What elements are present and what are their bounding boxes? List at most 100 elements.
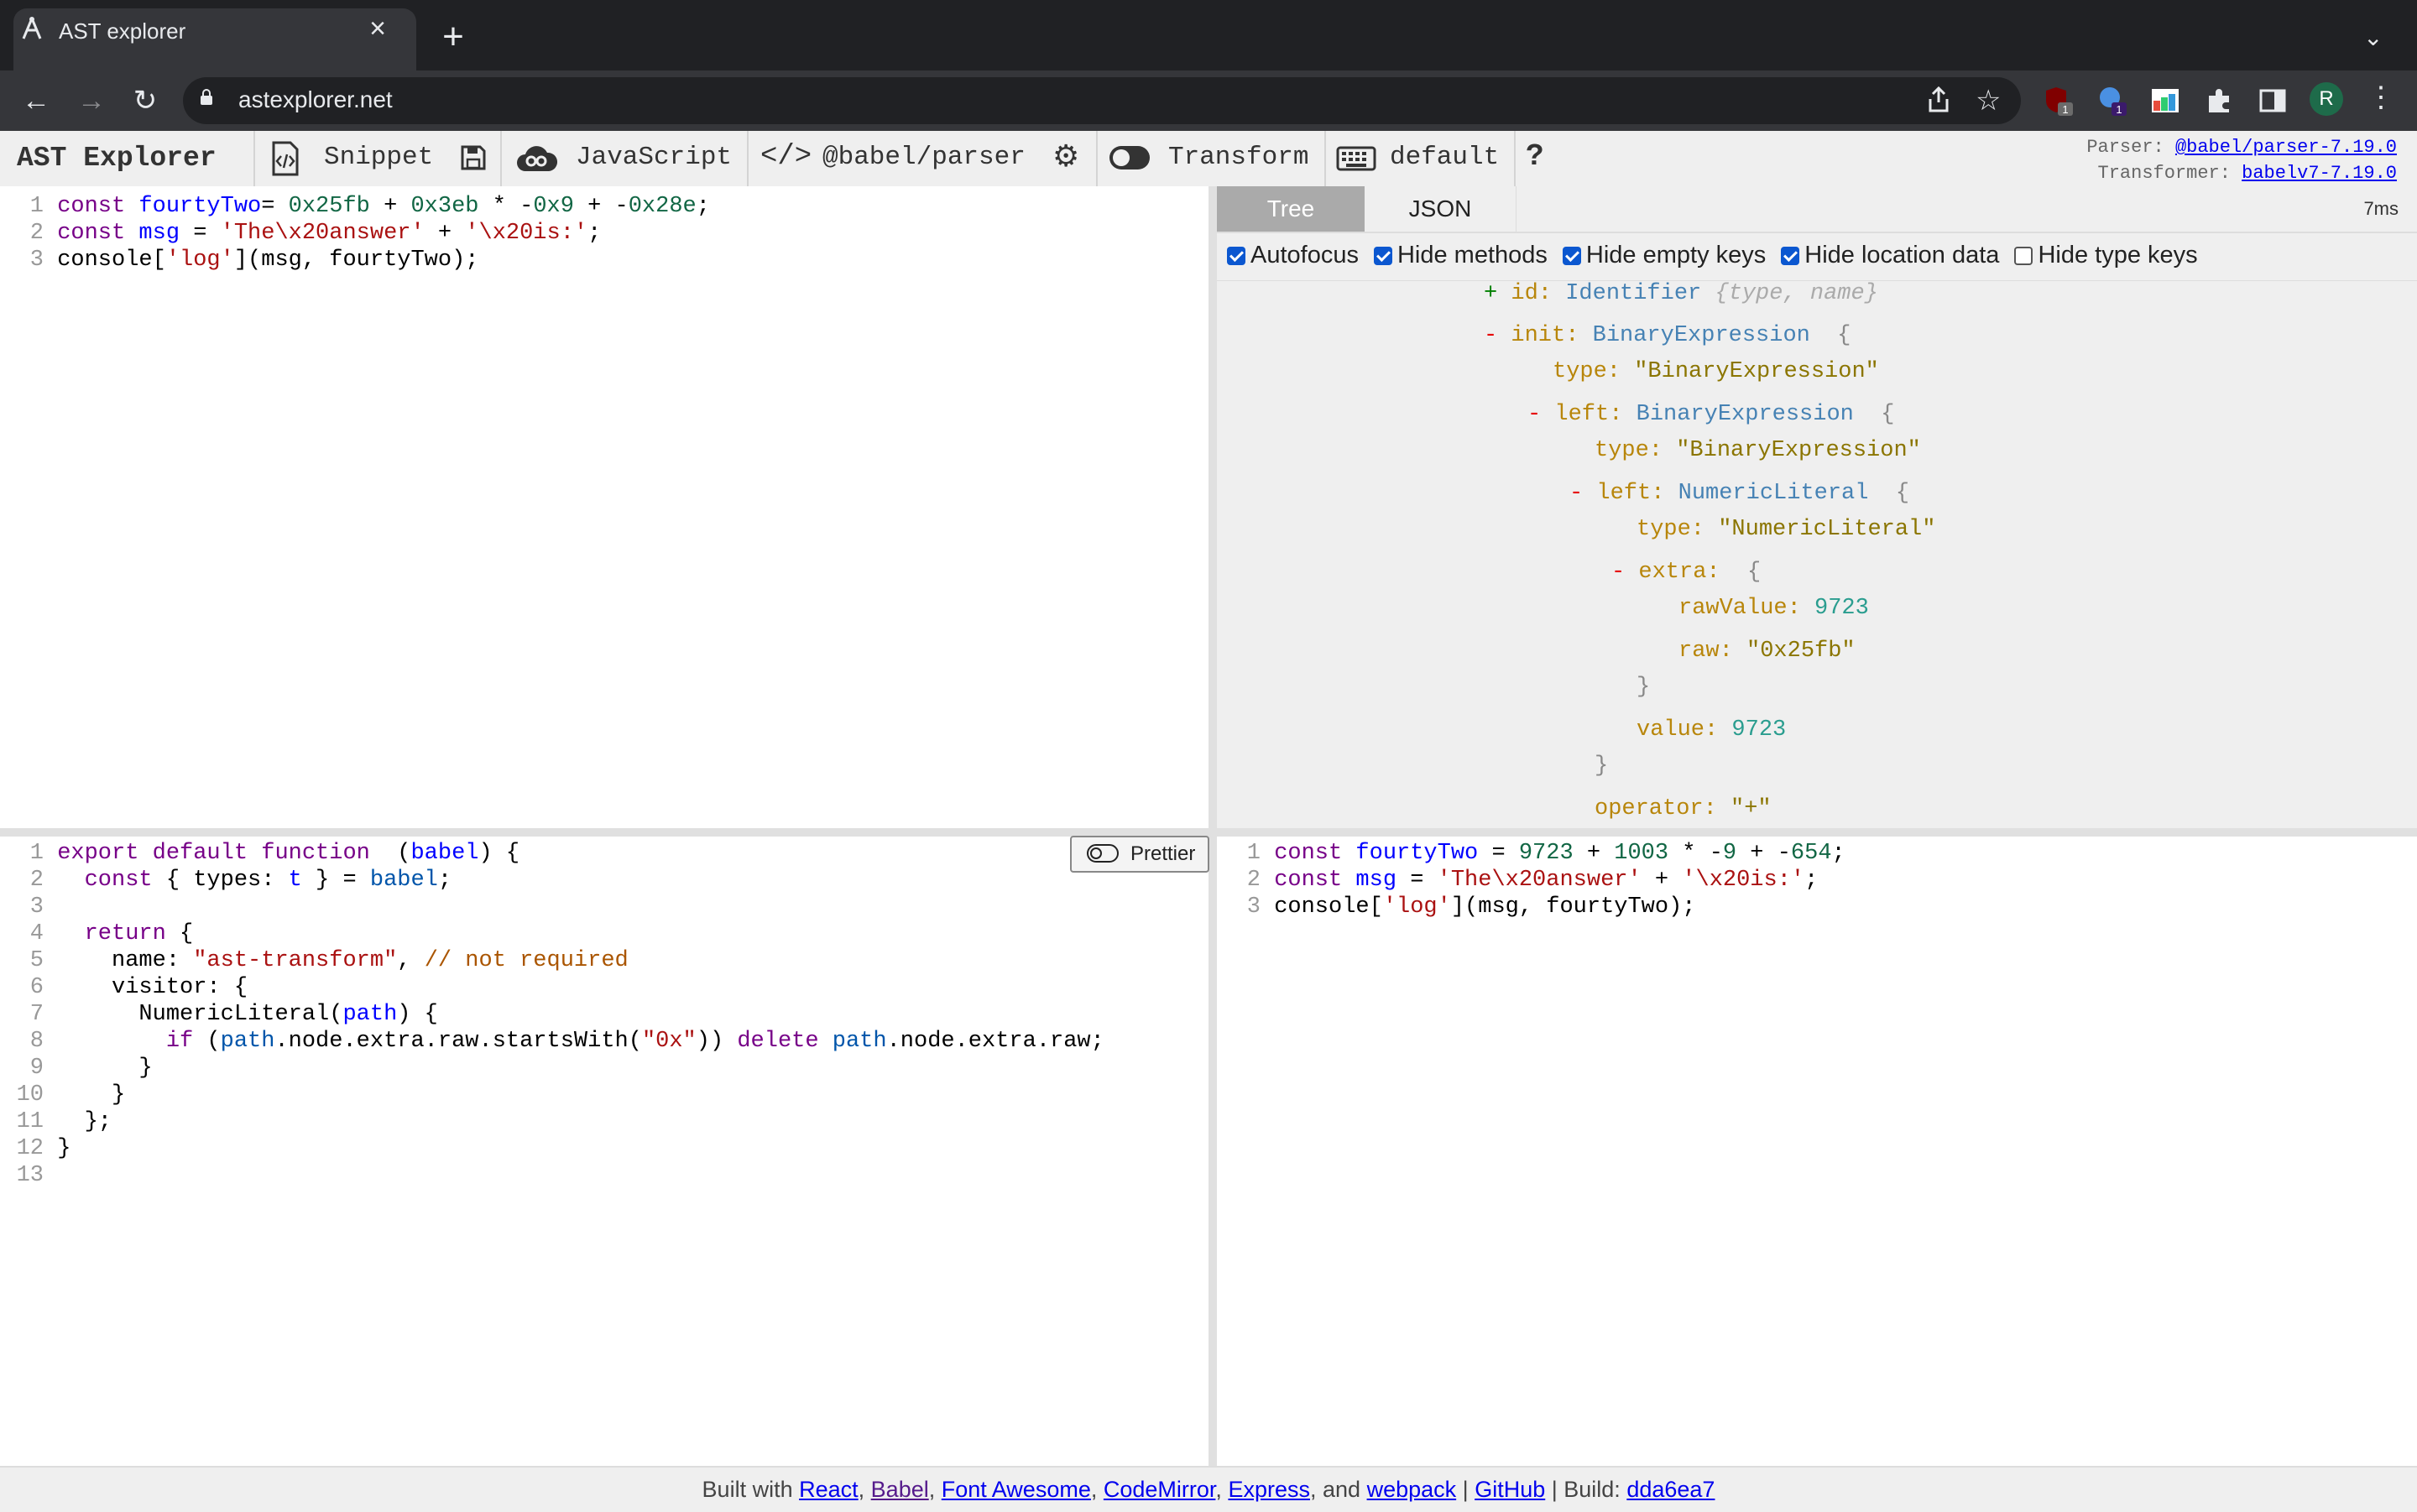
code-token: ;	[587, 221, 602, 246]
option-hide-location-data[interactable]: Hide location data	[1781, 242, 1999, 269]
code-line[interactable]: 10 }	[0, 1082, 1104, 1108]
footer-link-codemirror[interactable]: CodeMirror	[1104, 1477, 1216, 1502]
horizontal-splitter-right[interactable]	[1217, 828, 2417, 837]
snippet-menu[interactable]: Snippet	[324, 143, 433, 172]
toolbar-divider	[1324, 131, 1326, 186]
forward-arrow-icon[interactable]: →	[70, 80, 112, 122]
ublock-extension-icon[interactable]: 1	[2044, 86, 2075, 116]
checkbox[interactable]	[1562, 246, 1581, 265]
back-arrow-icon[interactable]: ←	[15, 80, 57, 122]
code-token: ](msg, fourtyTwo);	[1450, 894, 1696, 920]
tree-node-left-numeric[interactable]: - left: NumericLiteral {	[1569, 481, 1909, 506]
footer-link-babel[interactable]: Babel	[871, 1477, 929, 1502]
tree-node-extra[interactable]: - extra: {	[1611, 560, 1761, 585]
option-hide-empty-keys[interactable]: Hide empty keys	[1562, 242, 1766, 269]
profile-avatar[interactable]: R	[2310, 82, 2343, 116]
browser-menu-icon[interactable]: ⋮	[2367, 81, 2395, 114]
code-line[interactable]: 2 const msg = 'The\x20answer' + '\x20is:…	[1217, 867, 1845, 894]
side-panel-icon[interactable]	[2258, 86, 2288, 116]
code-line[interactable]: 1 export default function (babel) {	[0, 840, 1104, 867]
tree-node-left[interactable]: - left: BinaryExpression {	[1527, 402, 1894, 427]
code-token: return	[84, 921, 166, 946]
tab-tree[interactable]: Tree	[1217, 186, 1365, 232]
checkbox[interactable]	[2014, 246, 2033, 265]
vertical-splitter[interactable]	[1208, 186, 1217, 1466]
keymap-select[interactable]: default	[1390, 143, 1499, 172]
parser-settings-gear-icon[interactable]: ⚙	[1052, 139, 1079, 175]
extensions-puzzle-icon[interactable]	[2204, 86, 2234, 116]
code-line[interactable]: 7 NumericLiteral(path) {	[0, 1001, 1104, 1028]
code-line[interactable]: 8 if (path.node.extra.raw.startsWith("0x…	[0, 1028, 1104, 1055]
code-line[interactable]: 1 const fourtyTwo = 9723 + 1003 * -9 + -…	[1217, 840, 1845, 867]
option-hide-type-keys[interactable]: Hide type keys	[2014, 242, 2198, 269]
bookmark-star-icon[interactable]: ☆	[1976, 84, 2001, 117]
parser-label: Parser:	[2086, 137, 2164, 158]
tab-search-chevron-icon[interactable]: ⌄	[2363, 23, 2383, 51]
code-line[interactable]: 5 name: "ast-transform", // not required	[0, 947, 1104, 974]
address-bar[interactable]	[183, 77, 2021, 124]
tree-node-id[interactable]: + id: Identifier {type, name}	[1484, 281, 1878, 306]
footer-link-font-awesome[interactable]: Font Awesome	[942, 1477, 1091, 1502]
line-number: 1	[29, 194, 44, 219]
footer-link-webpack[interactable]: webpack	[1367, 1477, 1457, 1502]
code-token: 0x25fb	[288, 194, 370, 219]
option-autofocus[interactable]: Autofocus	[1227, 242, 1359, 269]
code-token: +	[424, 221, 466, 246]
horizontal-splitter-left[interactable]	[0, 828, 1208, 837]
new-tab-button[interactable]: +	[436, 18, 470, 55]
footer-build-hash[interactable]: dda6ea7	[1626, 1477, 1715, 1502]
save-icon[interactable]	[460, 144, 487, 175]
code-line[interactable]: 3	[0, 894, 1104, 920]
footer-link-express[interactable]: Express	[1228, 1477, 1310, 1502]
code-line[interactable]: 9 }	[0, 1055, 1104, 1082]
lock-icon[interactable]	[200, 89, 213, 105]
parser-version-link[interactable]: @babel/parser-7.19.0	[2175, 137, 2397, 158]
close-tab-icon[interactable]: ×	[361, 12, 394, 45]
code-token: 'The\x20answer'	[1437, 868, 1642, 893]
code-token: 654	[1790, 841, 1832, 866]
code-line[interactable]: 2 const msg = 'The\x20answer' + '\x20is:…	[0, 220, 710, 247]
checkbox[interactable]	[1781, 246, 1800, 265]
footer-link-github[interactable]: GitHub	[1475, 1477, 1545, 1502]
code-token: =	[1478, 841, 1519, 866]
share-icon[interactable]	[1926, 86, 1951, 118]
parser-select[interactable]: @babel/parser	[822, 143, 1026, 172]
code-token: fourtyTwo	[1355, 841, 1479, 866]
output-editor[interactable]: 1 const fourtyTwo = 9723 + 1003 * -9 + -…	[1217, 837, 2417, 1466]
reload-icon[interactable]: ↻	[124, 80, 166, 122]
language-select[interactable]: JavaScript	[576, 143, 732, 172]
code-line[interactable]: 13	[0, 1162, 1104, 1189]
extension-badge-icon[interactable]: 1	[2098, 86, 2128, 116]
transform-menu[interactable]: Transform	[1168, 143, 1308, 172]
footer-link-react[interactable]: React	[799, 1477, 859, 1502]
snippet-file-icon	[269, 141, 302, 180]
code-token: path	[832, 1029, 887, 1054]
parse-time: 7ms	[2363, 198, 2399, 219]
checkbox[interactable]	[1227, 246, 1245, 265]
checkbox[interactable]	[1373, 246, 1392, 265]
colorful-extension-icon[interactable]	[2150, 86, 2180, 116]
line-number: 13	[16, 1163, 44, 1188]
transform-editor[interactable]: 1 export default function (babel) {2 con…	[0, 837, 1208, 1466]
code-token: ](msg, fourtyTwo);	[233, 248, 479, 273]
transform-toggle-icon[interactable]	[1109, 146, 1150, 169]
code-token: ;	[1831, 841, 1845, 866]
code-line[interactable]: 12 }	[0, 1135, 1104, 1162]
code-token: const	[84, 868, 153, 893]
line-number: 7	[29, 1002, 44, 1027]
code-line[interactable]: 1 const fourtyTwo= 0x25fb + 0x3eb * -0x9…	[0, 193, 710, 220]
code-line[interactable]: 11 };	[0, 1108, 1104, 1135]
transformer-version-link[interactable]: babelv7-7.19.0	[2242, 163, 2397, 184]
code-line[interactable]: 3 console['log'](msg, fourtyTwo);	[1217, 894, 1845, 920]
tree-prop-type: type: "BinaryExpression"	[1553, 359, 1879, 384]
source-editor[interactable]: 1 const fourtyTwo= 0x25fb + 0x3eb * -0x9…	[0, 186, 1208, 828]
code-line[interactable]: 2 const { types: t } = babel;	[0, 867, 1104, 894]
tab-json[interactable]: JSON	[1365, 186, 1516, 232]
code-line[interactable]: 6 visitor: {	[0, 974, 1104, 1001]
option-hide-methods[interactable]: Hide methods	[1373, 242, 1548, 269]
tree-node-init[interactable]: - init: BinaryExpression {	[1484, 323, 1851, 348]
help-icon[interactable]: ?	[1526, 139, 1544, 174]
code-line[interactable]: 4 return {	[0, 920, 1104, 947]
prettier-button[interactable]: Prettier	[1070, 836, 1209, 873]
code-line[interactable]: 3 console['log'](msg, fourtyTwo);	[0, 247, 710, 274]
